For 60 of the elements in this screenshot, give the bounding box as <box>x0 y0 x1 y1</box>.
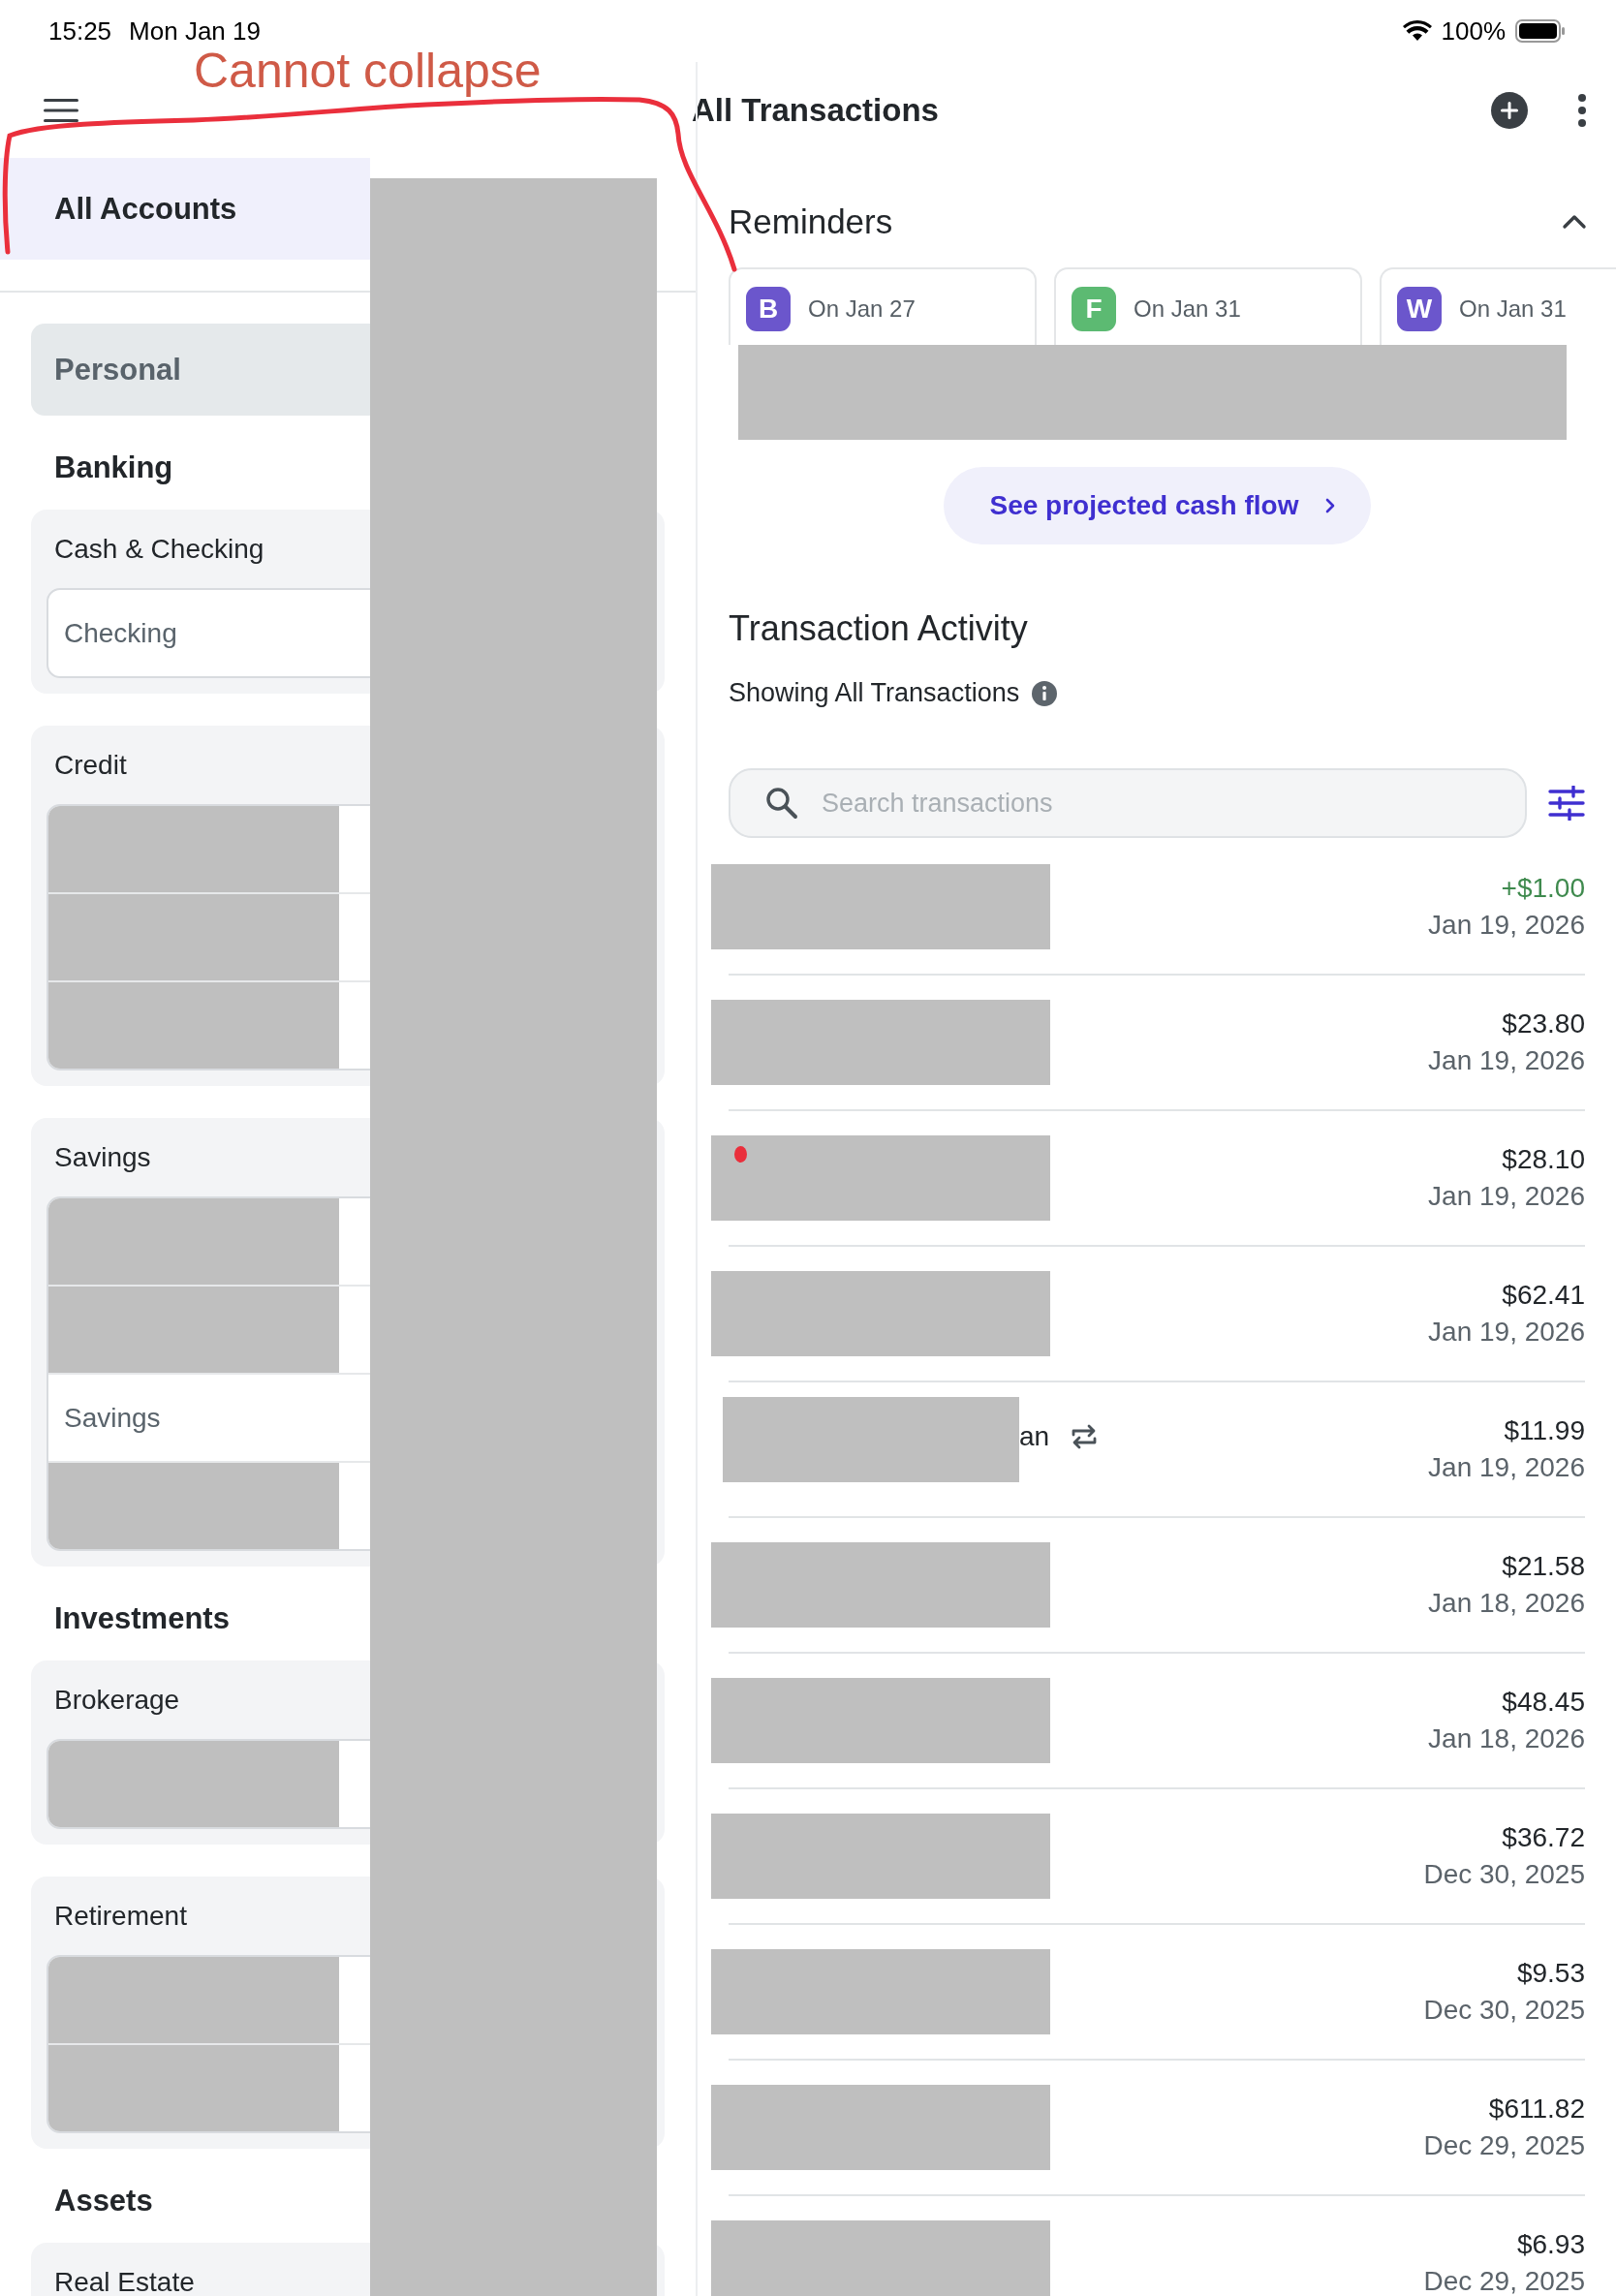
transaction-date: Dec 30, 2025 <box>1423 1995 1585 2026</box>
transaction-amount: $48.45 <box>1502 1687 1585 1718</box>
account-group-title: Savings <box>53 1140 152 1174</box>
filter-summary: Showing All Transactions <box>729 678 1020 708</box>
battery-percent: 100% <box>1441 16 1506 47</box>
transaction-date: Jan 19, 2026 <box>1428 1317 1585 1348</box>
all-accounts-item[interactable]: All Accounts <box>0 158 370 260</box>
add-icon[interactable] <box>1490 91 1529 130</box>
payee-avatar: B <box>746 287 791 331</box>
account-group-title: Cash & Checking <box>53 532 265 566</box>
transaction-amount: $21.58 <box>1502 1551 1585 1582</box>
section-title: Reminders <box>729 202 893 241</box>
account-group-title: Retirement <box>53 1899 188 1933</box>
transaction-amount: $6.93 <box>1516 2229 1585 2260</box>
section-title: Assets <box>53 2183 154 2219</box>
transaction-amount: $11.99 <box>1504 1415 1585 1446</box>
transaction-amount: $611.82 <box>1488 2094 1585 2125</box>
transaction-date: Jan 19, 2026 <box>1428 910 1585 941</box>
wifi-icon <box>1402 20 1432 42</box>
account-name[interactable]: Savings <box>48 1402 161 1434</box>
section-title: Transaction Activity <box>729 608 1029 649</box>
transaction-amount: $23.80 <box>1502 1008 1585 1039</box>
reminder-date: On Jan 27 <box>808 295 916 323</box>
transaction-date: Jan 18, 2026 <box>1428 1723 1585 1754</box>
chevron-icon <box>1323 497 1336 514</box>
transaction-name: an <box>1019 1421 1050 1452</box>
payee-avatar: F <box>1072 287 1116 331</box>
cash-flow-button[interactable]: See projected cash flow <box>943 467 1371 544</box>
search-icon <box>765 787 798 820</box>
transaction-amount: $28.10 <box>1502 1144 1585 1175</box>
transaction-date: Jan 19, 2026 <box>1428 1045 1585 1076</box>
filter-icon[interactable] <box>1548 786 1585 821</box>
transaction-date: Dec 30, 2025 <box>1423 1859 1585 1890</box>
transaction-amount: $62.41 <box>1502 1280 1585 1311</box>
payee-avatar: W <box>1397 287 1442 331</box>
account-name[interactable]: Checking <box>48 617 177 649</box>
group-tab[interactable]: Personal <box>31 324 370 416</box>
reminder-date: On Jan 31 <box>1459 295 1567 323</box>
menu-icon[interactable] <box>44 97 78 123</box>
chevron-icon[interactable] <box>1562 214 1587 230</box>
transaction-amount: +$1.00 <box>1501 873 1585 904</box>
account-group-title: Brokerage <box>53 1683 181 1717</box>
battery-icon <box>1515 19 1566 43</box>
transaction-date: Jan 19, 2026 <box>1428 1181 1585 1212</box>
account-group-title: Real Estate <box>53 2265 196 2296</box>
section-title: Investments <box>53 1600 231 1637</box>
page-title: All Transactions <box>692 92 939 129</box>
transaction-date: Dec 29, 2025 <box>1423 2130 1585 2161</box>
transaction-date: Jan 18, 2026 <box>1428 1588 1585 1619</box>
account-group-title: Credit <box>53 748 128 782</box>
section-title: Banking <box>53 450 174 486</box>
info-icon[interactable] <box>1031 679 1059 707</box>
status-time: 15:25 <box>48 16 112 47</box>
reminder-date: On Jan 31 <box>1134 295 1241 323</box>
transaction-amount: $9.53 <box>1516 1958 1585 1989</box>
more-icon[interactable] <box>1577 93 1587 128</box>
search-field[interactable]: Search transactions <box>729 768 1527 838</box>
transaction-date: Dec 29, 2025 <box>1423 2266 1585 2296</box>
transaction-amount: $36.72 <box>1502 1822 1585 1853</box>
transaction-date: Jan 19, 2026 <box>1428 1452 1585 1483</box>
